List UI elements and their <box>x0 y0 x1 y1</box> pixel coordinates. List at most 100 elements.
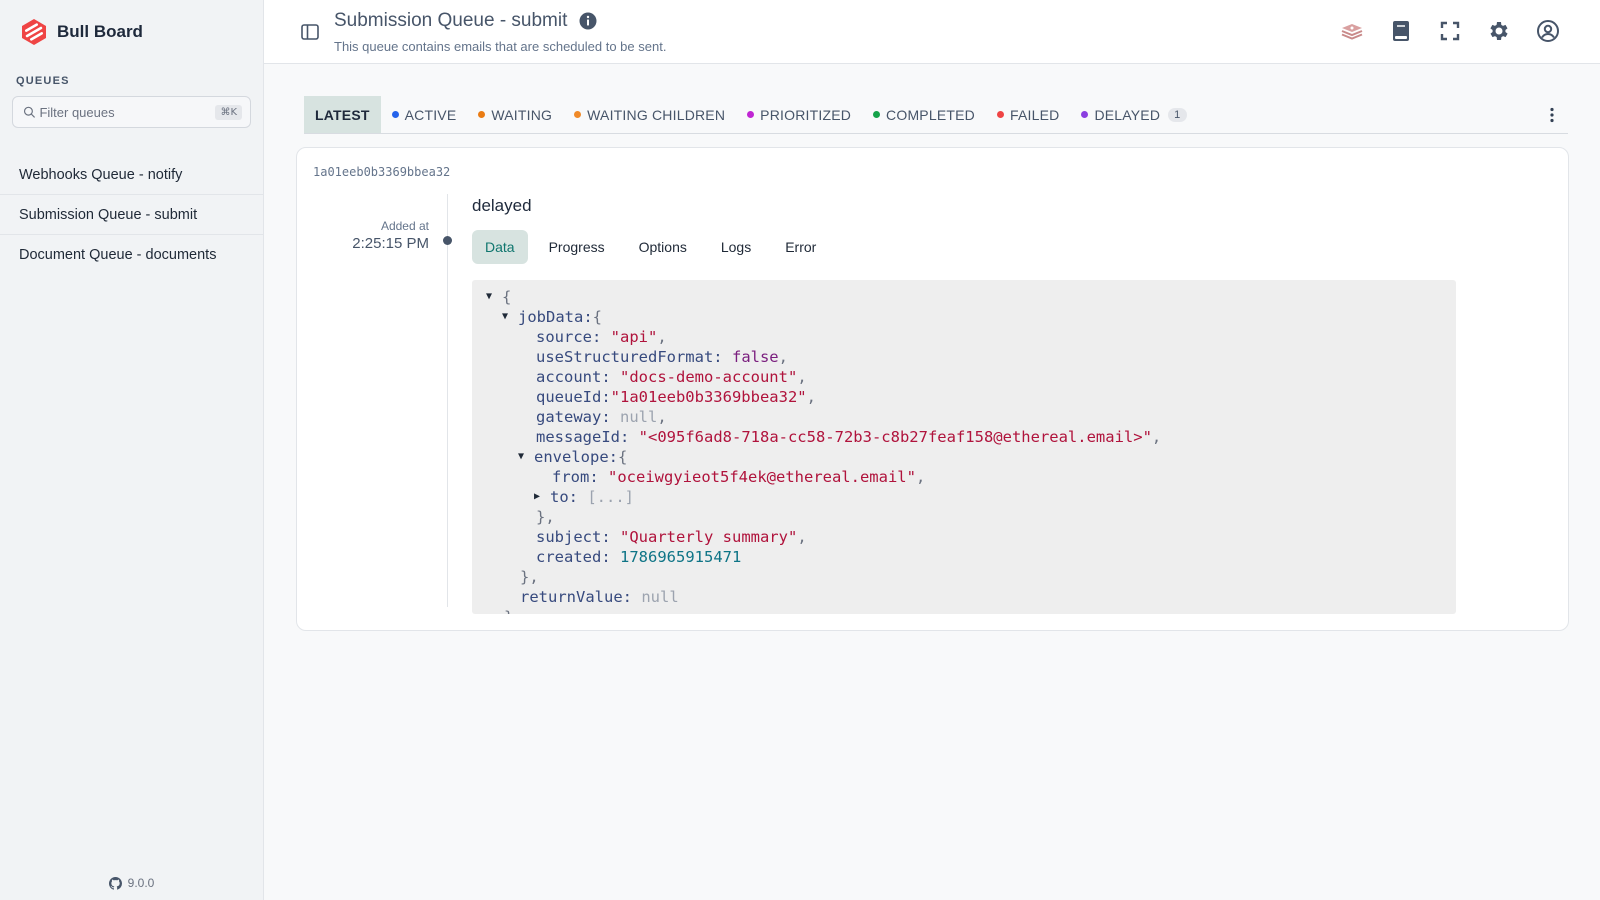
tab-label: FAILED <box>1009 106 1060 123</box>
json-field-messageid: messageId: "<095f6ad8-718a-cc58-72b3-c8b… <box>536 428 1162 446</box>
sidebar-toggle-icon[interactable] <box>300 22 320 42</box>
added-at-label: Added at <box>380 219 429 233</box>
json-field-subject: subject: "Quarterly summary", <box>536 528 807 546</box>
json-field-gateway: gateway: null, <box>536 408 667 426</box>
tab-label: ACTIVE <box>404 106 457 123</box>
brand-name: Bull Board <box>57 22 143 41</box>
brand[interactable]: Bull Board <box>20 18 143 46</box>
tab-latest[interactable]: LATEST <box>304 96 381 133</box>
json-field-source: source: "api", <box>536 328 667 346</box>
json-field-created: created: 1786965915471 <box>536 548 742 566</box>
sidebar: Bull Board QUEUES ⌘K Webhooks Queue - no… <box>0 0 264 900</box>
json-field-envelope-to: ▶ to: [...] <box>534 487 635 507</box>
status-dot <box>478 111 486 118</box>
job-data-json-viewer[interactable]: ▼{ ▼ jobData:{ source: "api", useStructur… <box>472 280 1456 614</box>
collapse-triangle-icon[interactable]: ▼ <box>486 287 502 307</box>
json-value-gateway: null <box>620 408 658 426</box>
json-field-queueid: queueId: "1a01eeb0b3369bbea32", <box>536 388 816 406</box>
json-field-usestructuredformat: useStructuredFormat: false, <box>536 348 788 366</box>
collapse-triangle-icon[interactable]: ▼ <box>518 447 534 467</box>
job-id: 1a01eeb0b3369bbea32 <box>313 165 451 179</box>
json-value-returnvalue: null <box>641 588 679 606</box>
tab-logs[interactable]: Logs <box>708 230 764 264</box>
json-field-envelope-from: from: "oceiwgyieot5f4ek@ethereal.email", <box>552 468 926 486</box>
json-root-open: ▼{ <box>486 287 512 307</box>
tab-waiting[interactable]: WAITING <box>467 96 563 133</box>
status-dot <box>391 111 399 118</box>
job-status: delayed <box>472 196 532 215</box>
json-value-envelope-from: "oceiwgyieot5f4ek@ethereal.email" <box>608 468 916 486</box>
json-value-account: "docs-demo-account" <box>620 368 798 386</box>
page-title: Submission Queue - submit <box>334 10 597 32</box>
user-account-icon[interactable] <box>1536 19 1560 43</box>
tab-label: PRIORITIZED <box>760 106 852 123</box>
more-vertical-icon[interactable] <box>1542 105 1562 125</box>
tab-delayed[interactable]: DELAYED 1 <box>1070 96 1197 133</box>
json-value-usestructuredformat: false <box>731 348 779 366</box>
tab-label: WAITING <box>491 106 553 123</box>
json-value-messageid: "<095f6ad8-718a-cc58-72b3-c8b27feaf158@e… <box>638 428 1152 446</box>
github-icon <box>108 876 122 890</box>
tab-options[interactable]: Options <box>626 230 700 264</box>
json-jobdata-close: }, <box>520 568 539 586</box>
json-envelope-open: ▼ envelope:{ <box>518 447 628 467</box>
tab-active[interactable]: ACTIVE <box>381 96 468 133</box>
tab-completed[interactable]: COMPLETED <box>862 96 986 133</box>
bull-board-logo-icon <box>22 19 46 45</box>
page-header: Submission Queue - submit This queue con… <box>264 0 1600 64</box>
tab-failed[interactable]: FAILED <box>986 96 1070 133</box>
json-field-account: account: "docs-demo-account", <box>536 368 807 386</box>
json-value-source: "api" <box>610 328 658 346</box>
added-at-time: 2:25:15 PM <box>352 235 429 252</box>
sidebar-item-submission-queue[interactable]: Submission Queue - submit <box>0 195 263 235</box>
delayed-count-badge: 1 <box>1168 107 1187 122</box>
tab-error[interactable]: Error <box>772 230 829 264</box>
queue-description: This queue contains emails that are sche… <box>334 39 667 54</box>
tab-prioritized[interactable]: PRIORITIZED <box>736 96 862 133</box>
expand-triangle-icon[interactable]: ▶ <box>534 487 550 507</box>
version-link[interactable]: 9.0.0 <box>0 876 263 890</box>
json-value-queueid: "1a01eeb0b3369bbea32" <box>610 388 807 406</box>
tab-progress[interactable]: Progress <box>536 230 618 264</box>
json-value-envelope-to[interactable]: [...] <box>587 487 634 507</box>
gear-icon[interactable] <box>1487 19 1511 43</box>
sidebar-item-webhooks-queue[interactable]: Webhooks Queue - notify <box>0 155 263 195</box>
json-field-returnvalue: returnValue: null <box>520 588 679 606</box>
status-dot <box>1081 111 1089 118</box>
json-jobdata-open: ▼ jobData:{ <box>502 307 602 327</box>
tab-label: WAITING CHILDREN <box>587 106 726 123</box>
status-dot <box>747 111 755 118</box>
tab-data[interactable]: Data <box>472 230 528 264</box>
job-card: 1a01eeb0b3369bbea32 Added at 2:25:15 PM … <box>296 147 1569 631</box>
filter-queues-field[interactable]: ⌘K <box>12 96 251 128</box>
status-dot <box>574 111 582 118</box>
json-value-subject: "Quarterly summary" <box>620 528 798 546</box>
job-status-tabs: LATEST ACTIVE WAITING WAITING CHILDREN P… <box>304 96 1568 134</box>
timeline-dot <box>443 236 452 245</box>
queue-list: Webhooks Queue - notify Submission Queue… <box>0 155 263 275</box>
queue-title: Submission Queue - submit <box>334 10 568 31</box>
collapse-triangle-icon[interactable]: ▼ <box>502 307 518 327</box>
json-value-created: 1786965915471 <box>620 548 742 566</box>
sidebar-item-document-queue[interactable]: Document Queue - documents <box>0 235 263 275</box>
book-icon[interactable] <box>1389 19 1413 43</box>
search-icon <box>23 106 35 118</box>
status-dot <box>996 111 1004 118</box>
redis-icon[interactable] <box>1340 19 1364 43</box>
tab-waiting-children[interactable]: WAITING CHILDREN <box>563 96 736 133</box>
json-envelope-close: }, <box>536 508 555 526</box>
header-actions <box>1340 19 1560 43</box>
version-label: 9.0.0 <box>127 876 155 890</box>
timeline-line <box>447 194 448 607</box>
info-icon[interactable] <box>579 12 597 30</box>
filter-queues-input[interactable] <box>39 104 216 120</box>
filter-shortcut: ⌘K <box>215 104 242 120</box>
tab-label: LATEST <box>315 106 370 123</box>
fullscreen-icon[interactable] <box>1438 19 1462 43</box>
queues-heading: QUEUES <box>16 75 70 87</box>
tab-label: COMPLETED <box>886 106 975 123</box>
tab-label: DELAYED <box>1094 106 1161 123</box>
job-detail-tabs: Data Progress Options Logs Error <box>472 230 837 264</box>
json-root-close: } <box>472 607 1456 614</box>
status-dot <box>873 111 881 118</box>
